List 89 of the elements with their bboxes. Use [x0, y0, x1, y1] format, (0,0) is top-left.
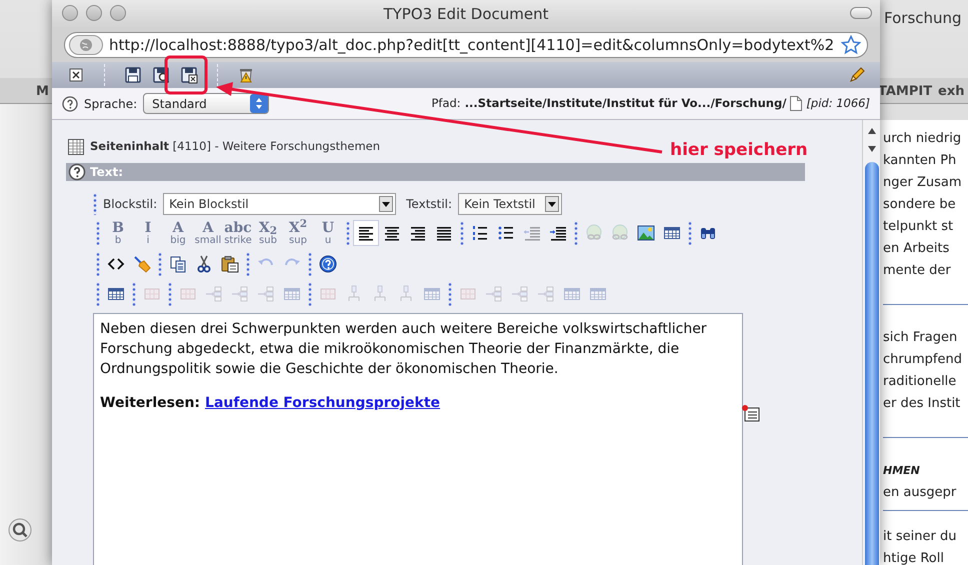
grip-handle[interactable]	[93, 193, 97, 216]
text-line: nger Zusam	[883, 174, 963, 192]
floppy-close-icon[interactable]	[180, 66, 198, 84]
address-field[interactable]: http://localhost:8888/typo3/alt_doc.php?edit[tt_content][4110]=edit&columnsOnly=bodytext%2	[64, 32, 868, 58]
toolbar-toggle-button[interactable]	[850, 7, 872, 19]
help-icon[interactable]	[62, 96, 78, 112]
scissors-icon[interactable]	[195, 255, 213, 274]
grip-handle[interactable]	[574, 221, 578, 246]
stepper-icon	[250, 94, 268, 113]
numbered-list-icon[interactable]	[471, 224, 489, 242]
grip-handle[interactable]	[168, 282, 172, 306]
grip-handle[interactable]	[308, 282, 312, 306]
text-line: telpunkt st	[883, 218, 954, 236]
section-title: Text:	[90, 164, 124, 182]
highlight-frame	[164, 56, 208, 94]
scroll-down-icon[interactable]	[866, 144, 876, 154]
clipboard-icon[interactable]	[221, 255, 239, 274]
star-icon[interactable]	[841, 35, 861, 55]
text-style-select[interactable]: Kein Textstil	[458, 193, 562, 216]
grip-handle[interactable]	[460, 221, 464, 246]
image-icon[interactable]	[637, 224, 655, 242]
help-icon[interactable]	[68, 163, 86, 182]
grip-handle[interactable]	[246, 252, 250, 276]
indent-icon[interactable]	[549, 224, 567, 242]
broom-icon[interactable]	[133, 255, 151, 274]
window-title: TYPO3 Edit Document	[383, 4, 548, 25]
notepad-icon[interactable]	[741, 405, 761, 424]
zoom-window-button[interactable]	[110, 5, 126, 21]
text-line: er des Instit	[883, 395, 962, 413]
text-line: en Arbeits	[883, 240, 950, 258]
bullet-list-icon[interactable]	[497, 224, 515, 242]
text-line: urch niedrig	[883, 130, 962, 148]
minimize-window-button[interactable]	[86, 5, 102, 21]
copy-icon[interactable]	[169, 255, 187, 274]
close-window-button[interactable]	[62, 5, 78, 21]
globe-icon	[69, 35, 103, 55]
path-text: ...Startseite/Institute/Institut für Vo.../Forschung/	[464, 94, 786, 112]
trash-warning-icon[interactable]	[237, 66, 255, 84]
grip-handle[interactable]	[96, 252, 100, 276]
page-id-text: [pid: 1066]	[806, 94, 870, 112]
scroll-up-icon[interactable]	[866, 126, 876, 136]
grip-handle[interactable]	[96, 221, 100, 246]
text-line: chrumpfend	[883, 351, 963, 369]
text-line: sich Fragen	[883, 329, 958, 347]
block-style-label: Blockstil:	[103, 196, 158, 214]
grip-handle[interactable]	[448, 282, 452, 306]
text-line: sondere be	[883, 196, 957, 214]
scroll-thumb[interactable]	[864, 162, 878, 565]
text-line: it seiner du	[883, 528, 958, 546]
search-icon[interactable]	[8, 518, 32, 542]
grip-handle[interactable]	[688, 221, 692, 246]
tab[interactable]: M	[36, 82, 49, 102]
scrollbar[interactable]	[862, 120, 880, 565]
justify-icon[interactable]	[435, 224, 453, 242]
text-line: htige Roll	[883, 550, 945, 565]
help-icon[interactable]	[319, 255, 337, 274]
window-title: Forschung	[884, 9, 962, 27]
annotation-text: hier speichern	[670, 139, 808, 162]
text-style-label: Textstil:	[406, 196, 452, 214]
rich-text-editor[interactable]	[93, 313, 743, 565]
align-right-icon[interactable]	[409, 224, 427, 242]
grip-handle[interactable]	[132, 282, 136, 306]
text-line: raditionelle	[883, 373, 958, 391]
url-text: http://localhost:8888/typo3/alt_doc.php?edit[tt_content][4110]=edit&columnsOnly=bodytext%2	[109, 34, 835, 56]
grip-handle[interactable]	[158, 252, 162, 276]
path-label: Pfad:	[431, 94, 461, 112]
grip-handle[interactable]	[346, 221, 350, 246]
text-line: HMEN	[883, 463, 921, 479]
record-title: Seiteninhalt [4110] - Weitere Forschungsthemen	[90, 138, 380, 155]
text-line: mente der	[883, 262, 952, 280]
table-icon	[68, 138, 84, 155]
link[interactable]: Laufende Forschungsprojekte	[205, 393, 440, 414]
grip-handle[interactable]	[96, 282, 100, 306]
save-icon[interactable]	[124, 66, 142, 84]
tab[interactable]: TAMPIT	[878, 82, 932, 102]
language-label: Sprache:	[84, 96, 138, 112]
align-center-icon[interactable]	[383, 224, 401, 242]
paragraph: Neben diesen drei Schwerpunkten werden auch weitere Bereiche volkswirtschaftlicher Forschung abgedeckt, etwa die mikroökonomischen Theorie der Finanzmärkte, die Ordnungspolitik sowie die Geschichte der ökonomischen Theorie.	[100, 320, 708, 380]
page-icon	[790, 96, 802, 111]
read-more-label: Weiterlesen:	[100, 394, 200, 414]
close-icon[interactable]	[67, 66, 85, 84]
language-select[interactable]: Standard	[143, 93, 270, 114]
text-line: kannten Ph	[883, 152, 958, 170]
grip-handle[interactable]	[308, 252, 312, 276]
align-left-icon[interactable]	[357, 224, 375, 242]
text-line: en ausgepr	[883, 484, 958, 502]
tab[interactable]: exh	[938, 82, 964, 102]
block-style-select[interactable]: Kein Blockstil	[163, 193, 396, 216]
pencil-icon[interactable]	[848, 66, 866, 84]
